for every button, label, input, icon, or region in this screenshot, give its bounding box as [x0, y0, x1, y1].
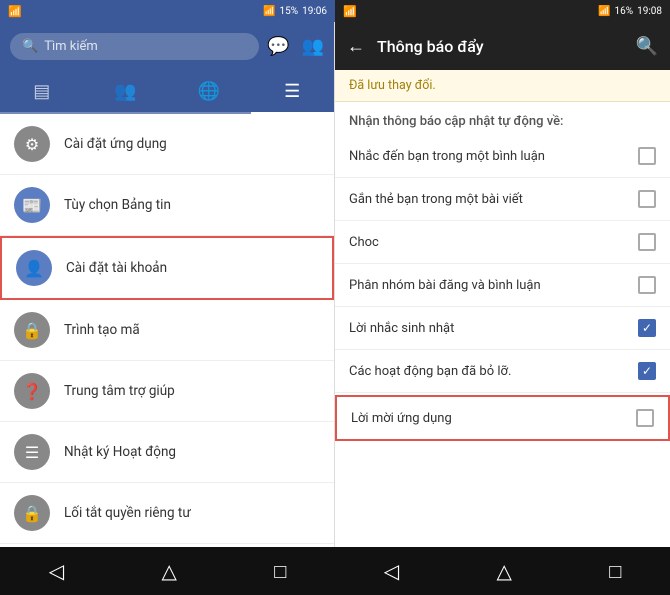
- tab-friends[interactable]: 👥: [84, 70, 168, 114]
- privacy-icon: 🔒: [14, 495, 50, 531]
- left-home-button[interactable]: △: [141, 551, 196, 591]
- saved-notice: Đã lưu thay đổi.: [335, 70, 670, 102]
- left-recents-button[interactable]: □: [254, 551, 306, 592]
- news-options-icon: 📰: [14, 187, 50, 223]
- right-back-button[interactable]: ◁: [364, 551, 419, 591]
- checkbox-missed-activity[interactable]: [638, 362, 656, 380]
- back-button[interactable]: ←: [347, 36, 365, 57]
- menu-item-news-options[interactable]: 📰 Tùy chọn Bảng tin: [0, 175, 334, 236]
- checkbox-poke[interactable]: [638, 233, 656, 251]
- account-settings-icon: 👤: [16, 250, 52, 286]
- notification-group-post[interactable]: Phân nhóm bài đăng và bình luận: [335, 264, 670, 307]
- right-battery: 16%: [615, 6, 634, 17]
- right-bottom-nav: ◁ △ □: [335, 547, 670, 595]
- search-bar: 🔍 Tìm kiếm 💬 👥: [0, 22, 334, 70]
- right-home-button[interactable]: △: [476, 551, 531, 591]
- news-options-label: Tùy chọn Bảng tin: [64, 197, 171, 213]
- tab-menu[interactable]: ☰: [251, 70, 335, 114]
- tab-news[interactable]: ▤: [0, 70, 84, 114]
- settings-app-label: Cài đặt ứng dụng: [64, 136, 167, 152]
- menu-item-help-center[interactable]: ❓ Trung tâm trợ giúp: [0, 361, 334, 422]
- help-center-icon: ❓: [14, 373, 50, 409]
- left-bottom-nav: ◁ △ □: [0, 547, 335, 595]
- left-time: 19:06: [302, 6, 327, 17]
- code-generator-icon: 🔒: [14, 312, 50, 348]
- search-input-container[interactable]: 🔍 Tìm kiếm: [10, 33, 259, 60]
- notification-tag[interactable]: Gắn thẻ bạn trong một bài viết: [335, 178, 670, 221]
- section-header: Nhận thông báo cập nhật tự động về:: [335, 102, 670, 135]
- search-icon: 🔍: [22, 39, 38, 54]
- right-header: ← Thông báo đẩy 🔍: [335, 22, 670, 70]
- menu-item-privacy[interactable]: 🔒 Lối tắt quyền riêng tư: [0, 483, 334, 544]
- left-battery: 15%: [280, 6, 299, 17]
- right-search-icon[interactable]: 🔍: [636, 36, 658, 57]
- search-placeholder: Tìm kiếm: [44, 39, 98, 54]
- checkbox-app-invite[interactable]: [636, 409, 654, 427]
- checkbox-group-post[interactable]: [638, 276, 656, 294]
- tab-globe[interactable]: 🌐: [167, 70, 251, 114]
- right-wifi-icon: 📶: [343, 5, 357, 18]
- code-generator-label: Trình tạo mã: [64, 322, 140, 338]
- people-icon[interactable]: 👥: [302, 36, 324, 57]
- right-status-bar: 📶 📶 16% 19:08: [335, 0, 670, 22]
- activity-log-icon: ☰: [14, 434, 50, 470]
- menu-item-account-settings[interactable]: 👤 Cài đặt tài khoản: [0, 236, 334, 300]
- account-settings-label: Cài đặt tài khoản: [66, 260, 167, 276]
- left-panel: 🔍 Tìm kiếm 💬 👥 ▤ 👥 🌐 ☰ ⚙ Cài đặt ứng dụn…: [0, 22, 335, 547]
- right-panel-title: Thông báo đẩy: [377, 37, 624, 56]
- notification-birthday[interactable]: Lời nhắc sinh nhật: [335, 307, 670, 350]
- right-signal-icon: 📶: [598, 6, 610, 17]
- notification-mention[interactable]: Nhắc đến bạn trong một bình luận: [335, 135, 670, 178]
- right-content: Nhận thông báo cập nhật tự động về: Nhắc…: [335, 102, 670, 547]
- left-back-button[interactable]: ◁: [29, 551, 84, 591]
- activity-log-label: Nhật ký Hoạt động: [64, 444, 176, 460]
- notification-missed-activity[interactable]: Các hoạt động bạn đã bỏ lỡ.: [335, 350, 670, 393]
- left-status-bar: 📶 📶 15% 19:06: [0, 0, 335, 22]
- messenger-icon[interactable]: 💬: [267, 36, 289, 57]
- left-wifi-icon: 📶: [8, 5, 22, 18]
- checkbox-birthday[interactable]: [638, 319, 656, 337]
- menu-item-code-generator[interactable]: 🔒 Trình tạo mã: [0, 300, 334, 361]
- privacy-label: Lối tắt quyền riêng tư: [64, 505, 191, 521]
- settings-app-icon: ⚙: [14, 126, 50, 162]
- menu-item-settings-app[interactable]: ⚙ Cài đặt ứng dụng: [0, 114, 334, 175]
- left-signal-icon: 📶: [263, 6, 275, 17]
- notification-poke[interactable]: Choc: [335, 221, 670, 264]
- help-center-label: Trung tâm trợ giúp: [64, 383, 175, 399]
- nav-tabs: ▤ 👥 🌐 ☰: [0, 70, 334, 114]
- right-panel: ← Thông báo đẩy 🔍 Đã lưu thay đổi. Nhận …: [335, 22, 670, 547]
- menu-item-activity-log[interactable]: ☰ Nhật ký Hoạt động: [0, 422, 334, 483]
- notification-app-invite[interactable]: Lời mời ứng dụng: [335, 395, 670, 441]
- right-recents-button[interactable]: □: [589, 551, 641, 592]
- checkbox-mention[interactable]: [638, 147, 656, 165]
- right-time: 19:08: [637, 6, 662, 17]
- menu-list: ⚙ Cài đặt ứng dụng 📰 Tùy chọn Bảng tin 👤…: [0, 114, 334, 547]
- checkbox-tag[interactable]: [638, 190, 656, 208]
